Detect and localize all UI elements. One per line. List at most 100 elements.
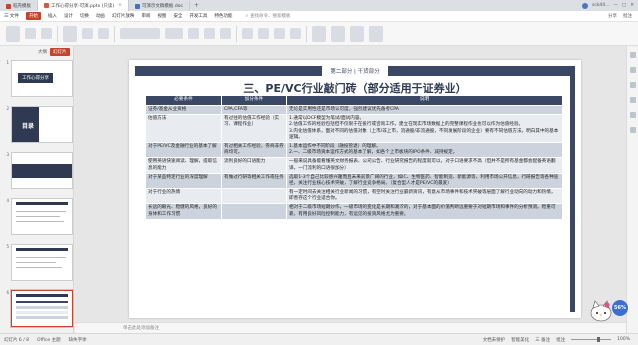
menu-item-slideshow[interactable]: 幻灯片放映	[112, 13, 135, 19]
font-family-icon[interactable]	[120, 28, 160, 39]
align-left-icon[interactable]	[242, 28, 253, 39]
italic-icon[interactable]	[204, 28, 215, 39]
menu-item-security[interactable]: 安全	[173, 13, 182, 19]
cell-required: 使用英语快速阅读、理解，提取信息的能力	[145, 157, 222, 174]
doc-icon	[134, 3, 140, 9]
menu-item-insert[interactable]: 插入	[48, 13, 57, 19]
minimize-icon[interactable]: —	[613, 3, 618, 8]
menu-item-devtools[interactable]: 开发工具	[189, 13, 207, 19]
slide-accent-bar	[570, 66, 575, 312]
status-bar: 幻灯片 6 / 8 Office 主题 缺失字体 文档未保护 智能美化 三 备注…	[0, 333, 638, 345]
table-row: 使用英语快速阅读、理解，提取信息的能力 流利良好的口语能力 一般来说具备能看懂英…	[145, 157, 563, 174]
cut-icon[interactable]	[25, 28, 36, 39]
zoom-slider[interactable]	[571, 337, 612, 342]
table-row: 长远的眼光、稳健的风格，良好的身体和工作习惯 相对于二级市场短期炒作，一级市场的…	[145, 203, 563, 220]
menu-item-animation[interactable]: 动画	[96, 13, 105, 19]
file-menu[interactable]: 三 文件	[4, 13, 19, 19]
thumb-line	[16, 311, 68, 314]
slide-thumb-4[interactable]: 4	[2, 198, 73, 235]
tab-pptx[interactable]: 工作心得分享-可演.pptx (只读) ×	[38, 0, 129, 11]
tab-label: 可演示文稿模板.doc	[141, 4, 183, 9]
reset-icon[interactable]	[98, 28, 109, 39]
paste-icon[interactable]	[6, 25, 20, 42]
copy-icon[interactable]	[41, 28, 52, 39]
current-slide[interactable]: 第二部分 | 干货部分 三、PE/VC行业敲门砖（部分适用于证券业） 必要条件 …	[129, 60, 581, 318]
font-size-icon[interactable]	[165, 28, 183, 39]
slide-canvas[interactable]: 第二部分 | 干货部分 三、PE/VC行业敲门砖（部分适用于证券业） 必要条件 …	[75, 46, 638, 333]
thumb-image	[11, 290, 73, 327]
shape-style-icon[interactable]	[629, 67, 636, 73]
new-slide-icon[interactable]	[63, 25, 77, 42]
tab-daoke[interactable]: 稻壳模板	[0, 1, 38, 11]
menu-item-design[interactable]: 设计	[64, 13, 73, 19]
maximize-icon[interactable]: □	[622, 3, 626, 8]
textbox-icon[interactable]	[312, 25, 326, 42]
find-icon[interactable]	[369, 25, 383, 42]
thumb-image	[11, 244, 73, 281]
underline-icon[interactable]	[220, 28, 231, 39]
protect-status[interactable]: 文档未保护	[483, 337, 506, 343]
slide-thumb-3[interactable]: 3	[2, 152, 73, 189]
outline-tab[interactable]: 大纲	[38, 49, 47, 55]
slide-counter: 幻灯片 6 / 8	[4, 337, 30, 343]
select-icon[interactable]	[629, 52, 636, 58]
tab-bar: 稻壳模板 工作心得分享-可演.pptx (只读) × 可演示文稿模板.doc + …	[0, 0, 638, 11]
command-search[interactable]: ⌕ 查找命令、搜索模板	[245, 13, 290, 19]
bold-icon[interactable]	[188, 28, 199, 39]
thumb-image	[11, 152, 73, 189]
missing-font-button[interactable]: 缺失字体	[69, 337, 87, 343]
bullets-icon[interactable]	[290, 28, 301, 39]
slide-thumb-5[interactable]: 5	[2, 244, 73, 281]
notes-area[interactable]: 单击此处添加备注	[75, 322, 626, 333]
arrange-icon[interactable]	[350, 25, 364, 42]
layout-icon[interactable]	[82, 28, 93, 39]
smart-beautify-button[interactable]: 智能美化	[511, 337, 529, 343]
slide-thumb-1[interactable]: 1 工作心得分享	[2, 60, 73, 97]
progress-badge[interactable]: 56%	[612, 300, 628, 316]
slide-panel: 大纲 幻灯片 1 工作心得分享 2 目录 3 4 5 6	[0, 46, 74, 333]
zoom-level[interactable]: 100%	[617, 337, 630, 342]
table-row: 对于行业的热情 有一定时间去关注相关行业新闻的习惯，有空时关注行业最新资讯，有意…	[145, 188, 563, 205]
toolbar-divider	[236, 25, 237, 42]
shape-icon[interactable]	[331, 25, 345, 42]
tab-label: 工作心得分享-可演.pptx (只读)	[51, 3, 115, 9]
align-center-icon[interactable]	[258, 28, 269, 39]
close-icon[interactable]: ×	[118, 3, 122, 8]
avatar[interactable]	[582, 2, 588, 9]
toolbar-divider	[306, 25, 307, 42]
kitty-mascot-icon	[590, 300, 612, 322]
cell-bonus: CPA,CFA等	[221, 104, 287, 116]
slide-thumb-2[interactable]: 2 目录	[2, 106, 73, 143]
comments-toggle[interactable]: 批注	[556, 337, 565, 343]
notes-toggle[interactable]: 三 备注	[535, 337, 550, 343]
comment-button[interactable]: 批注	[623, 13, 632, 19]
menu-item-home[interactable]: 开始	[25, 12, 41, 20]
toolbar-divider	[114, 25, 115, 42]
menu-item-review[interactable]: 审阅	[141, 13, 150, 19]
zoom-handle[interactable]	[597, 337, 601, 342]
cell-explain: 相对于二级市场短期炒作，一级市场的变化是长期和潮汐的，对于基本面的价值判断远重要…	[286, 203, 563, 220]
notes-placeholder: 单击此处添加备注	[123, 326, 159, 331]
menu-item-view[interactable]: 视图	[157, 13, 166, 19]
thumb-line	[16, 216, 60, 217]
slide-title[interactable]: 三、PE/VC行业敲门砖（部分适用于证券业）	[129, 80, 581, 96]
tab-doc[interactable]: 可演示文稿模板.doc	[129, 1, 190, 11]
settings-icon[interactable]	[629, 112, 636, 118]
slides-tab[interactable]: 幻灯片	[50, 48, 70, 56]
animation-icon[interactable]	[629, 82, 636, 88]
slide-thumb-6[interactable]: 6	[2, 290, 73, 327]
help-icon[interactable]	[629, 127, 636, 133]
cell-bonus	[221, 203, 287, 220]
pptx-icon	[44, 3, 49, 8]
close-window-icon[interactable]: ✕	[630, 3, 634, 8]
menu-item-transition[interactable]: 切换	[80, 13, 89, 19]
right-sidebar	[626, 46, 638, 333]
menu-item-features[interactable]: 特色功能	[214, 13, 232, 19]
table-row: 对于某些特定行业的深度理解 有做过行研等相关工作或任务 选取1-3个自己比较感兴…	[145, 172, 563, 190]
align-right-icon[interactable]	[274, 28, 285, 39]
design-icon[interactable]	[629, 97, 636, 103]
share-button[interactable]: 分享	[608, 13, 617, 19]
requirements-table[interactable]: 必要条件 加分条件 说明 证券/基金从业资格 CPA,CFA等 无论是实用性还是…	[145, 95, 563, 220]
add-tab-button[interactable]: +	[190, 1, 203, 11]
user-name[interactable]: sck44...	[592, 3, 609, 8]
